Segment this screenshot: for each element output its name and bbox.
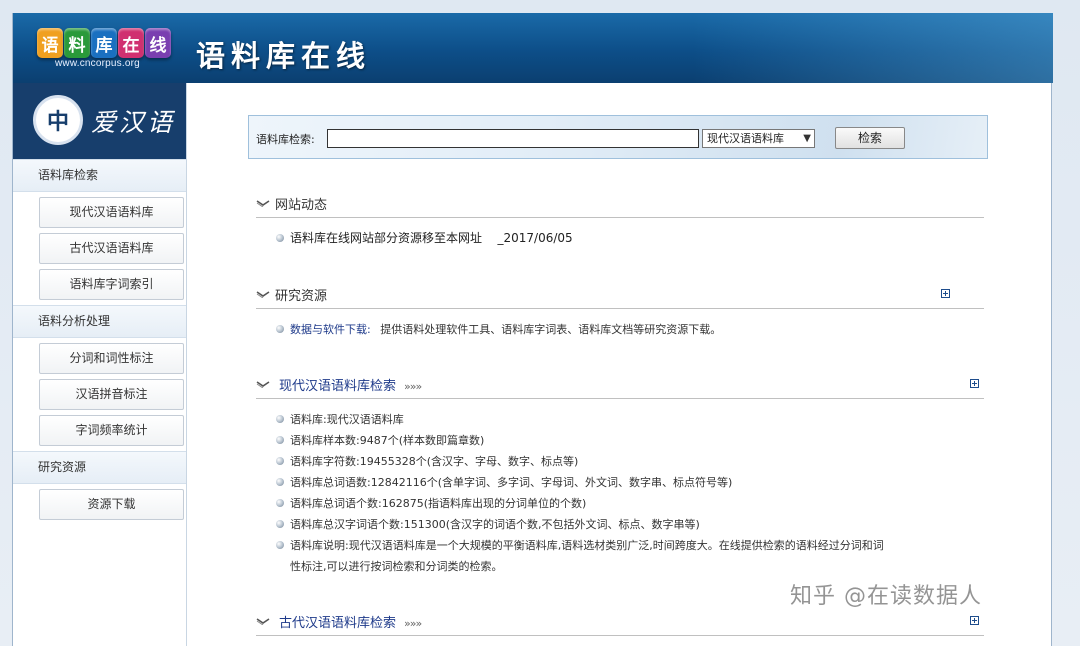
corpus-description-line2: 性标注,可以进行按词检索和分词类的检索。 [290,560,503,573]
news-item[interactable]: 语料库在线网站部分资源移至本网址 _2017/06/05 [256,228,984,249]
corpus-description: 语料库说明:现代汉语语料库是一个大规模的平衡语料库,语料选材类别广泛,时间跨度大… [256,535,984,577]
bullet-icon [276,499,284,507]
news-header: 网站动态 [256,188,984,218]
stat-text: 语料库总词语个数:162875(指语料库出现的分词单位的个数) [290,497,587,510]
stat-text: 语料库样本数:9487个(样本数即篇章数) [290,434,485,447]
book-icon [256,200,270,207]
ancient-corpus-section: 古代汉语语料库检索 »»» [256,606,984,636]
site-title: 语料库在线 [196,39,372,73]
sidebar-item-word-index[interactable]: 语料库字词索引 [39,269,184,300]
logo-char-2: 料 [64,28,90,58]
expand-icon[interactable] [941,289,950,298]
bullet-icon [276,234,284,242]
book-icon [256,291,270,298]
news-item-date: _2017/06/05 [497,231,573,245]
sidebar: 中 爱汉语 语料库检索 现代汉语语料库 古代汉语语料库 语料库字词索引 语料分析… [13,83,187,646]
site-banner: 语 料 库 在 线 www.cncorpus.org 语料库在线 [13,13,1053,83]
data-software-download-link[interactable]: 数据与软件下载: [290,323,371,336]
modern-corpus-header: 现代汉语语料库检索 »»» [256,369,984,399]
bullet-icon [276,415,284,423]
ancient-corpus-title-text: 古代汉语语料库检索 [279,616,397,631]
arrows-icon: »»» [404,617,422,630]
sidebar-item-frequency[interactable]: 字词频率统计 [39,415,184,446]
sidebar-section-analysis: 语料分析处理 [13,305,186,338]
news-item-text: 语料库在线网站部分资源移至本网址 [290,231,483,245]
modern-corpus-title[interactable]: 现代汉语语料库检索 »»» [279,375,422,394]
bullet-icon [276,325,284,333]
stat-row: 语料库:现代汉语语料库 [256,409,984,430]
sidebar-item-pinyin[interactable]: 汉语拼音标注 [39,379,184,410]
search-label: 语料库检索: [256,133,315,146]
stat-row: 语料库总词语个数:162875(指语料库出现的分词单位的个数) [256,493,984,514]
logo-char-4: 在 [118,28,144,58]
watermark: 知乎 @在读数据人 [790,584,982,609]
corpus-select-value: 现代汉语语料库 [707,132,784,145]
expand-icon[interactable] [970,379,979,388]
logo-char-1: 语 [37,28,63,58]
bullet-icon [276,436,284,444]
page-frame: 语 料 库 在 线 www.cncorpus.org 语料库在线 中 爱汉语 语… [12,13,1053,646]
ancient-corpus-title[interactable]: 古代汉语语料库检索 »»» [279,612,422,631]
main-content: 语料库检索: 现代汉语语料库 ▼ 检索 网站动态 语料库在线网站部分资源移至本网… [188,83,1052,646]
resources-title: 研究资源 [275,289,328,304]
corpus-select[interactable]: 现代汉语语料库 ▼ [702,129,815,148]
stat-row: 语料库总汉字词语个数:151300(含汉字的词语个数,不包括外文词、标点、数字串… [256,514,984,535]
sidebar-item-segmentation[interactable]: 分词和词性标注 [39,343,184,374]
stat-row: 语料库样本数:9487个(样本数即篇章数) [256,430,984,451]
sidebar-item-ancient-corpus[interactable]: 古代汉语语料库 [39,233,184,264]
search-bar: 语料库检索: 现代汉语语料库 ▼ 检索 [248,115,988,159]
resources-header: 研究资源 [256,279,984,309]
stat-text: 语料库字符数:19455328个(含汉字、字母、数字、标点等) [290,455,579,468]
logo-char-3: 库 [91,28,117,58]
sidebar-section-resources: 研究资源 [13,451,186,484]
modern-corpus-title-text: 现代汉语语料库检索 [279,379,397,394]
stat-row: 语料库总词语数:12842116个(含单字词、多字词、字母词、外文词、数字串、标… [256,472,984,493]
logo-char-5: 线 [145,28,171,58]
site-logo[interactable]: 语 料 库 在 线 www.cncorpus.org [37,28,172,72]
modern-corpus-stats: 语料库:现代汉语语料库 语料库样本数:9487个(样本数即篇章数) 语料库字符数… [256,409,984,577]
ancient-corpus-header: 古代汉语语料库检索 »»» [256,606,984,636]
news-title: 网站动态 [275,198,328,213]
resources-description: 提供语料处理软件工具、语料库字词表、语料库文档等研究资源下载。 [380,323,722,336]
bullet-icon [276,457,284,465]
resources-section: 研究资源 数据与软件下载: 提供语料处理软件工具、语料库字词表、语料库文档等研究… [256,279,984,340]
expand-icon[interactable] [970,616,979,625]
stat-text: 语料库总词语数:12842116个(含单字词、多字词、字母词、外文词、数字串、标… [290,476,733,489]
bullet-icon [276,541,284,549]
search-button[interactable]: 检索 [835,127,905,149]
stat-text: 语料库:现代汉语语料库 [290,413,404,426]
sidebar-section-corpus-search: 语料库检索 [13,159,186,192]
arrows-icon: »»» [404,380,422,393]
bullet-icon [276,520,284,528]
seal-icon: 中 [33,95,83,145]
aihanyu-logo[interactable]: 中 爱汉语 [13,83,186,159]
resources-item: 数据与软件下载: 提供语料处理软件工具、语料库字词表、语料库文档等研究资源下载。 [256,319,984,340]
corpus-description-line1: 语料库说明:现代汉语语料库是一个大规模的平衡语料库,语料选材类别广泛,时间跨度大… [290,539,884,552]
bullet-icon [276,478,284,486]
chevron-down-icon: ▼ [803,133,811,144]
stat-row: 语料库字符数:19455328个(含汉字、字母、数字、标点等) [256,451,984,472]
sidebar-item-modern-corpus[interactable]: 现代汉语语料库 [39,197,184,228]
stat-text: 语料库总汉字词语个数:151300(含汉字的词语个数,不包括外文词、标点、数字串… [290,518,700,531]
aihanyu-logo-text: 爱汉语 [91,108,176,137]
news-section: 网站动态 语料库在线网站部分资源移至本网址 _2017/06/05 [256,188,984,249]
book-icon [256,381,270,388]
modern-corpus-section: 现代汉语语料库检索 »»» 语料库:现代汉语语料库 语料库样本数:9487个(样本… [256,369,984,577]
search-input[interactable] [327,129,699,148]
logo-url: www.cncorpus.org [55,58,140,69]
sidebar-item-resource-download[interactable]: 资源下载 [39,489,184,520]
book-icon [256,618,270,625]
